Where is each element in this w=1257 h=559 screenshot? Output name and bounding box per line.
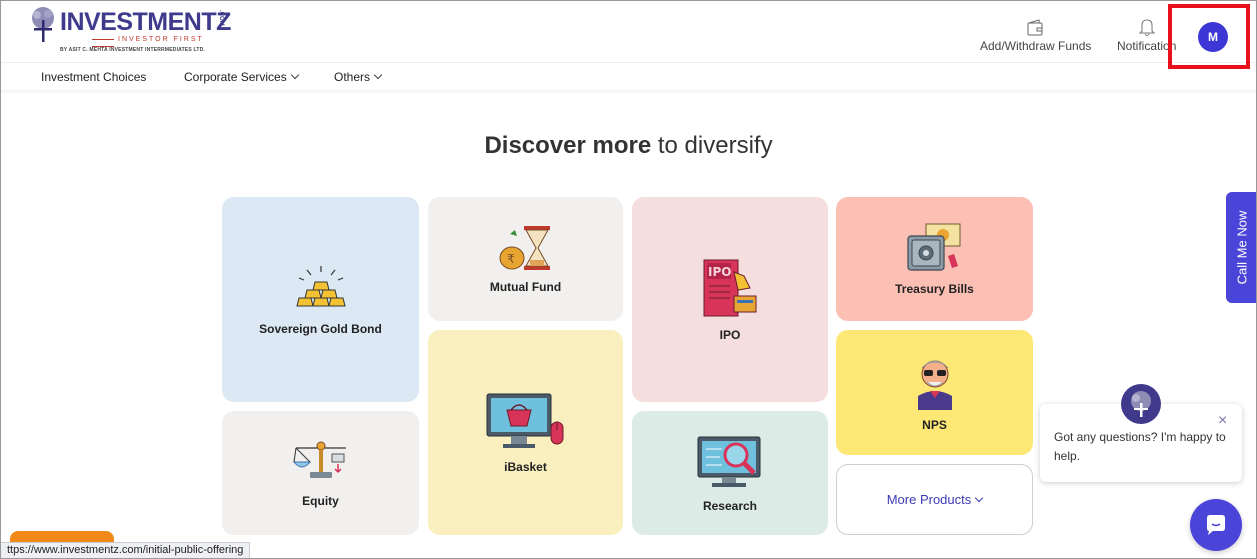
card-nps[interactable]: NPS <box>836 330 1033 455</box>
nav-item-label: Others <box>334 70 371 84</box>
more-products-text: More Products <box>886 492 972 507</box>
magnifier-monitor-icon <box>697 436 761 487</box>
browser-status-url: ttps://www.investmentz.com/initial-publi… <box>0 542 251 559</box>
chat-launcher-button[interactable] <box>1190 499 1242 551</box>
monitor-basket-icon <box>486 393 563 448</box>
chat-message-text: Got any questions? I'm happy to help. <box>1054 430 1226 463</box>
money-hourglass-icon: ₹ <box>499 226 550 270</box>
card-label: Mutual Fund <box>489 280 562 294</box>
title-bold: Discover more <box>484 132 652 159</box>
ipo-document-icon: IPO <box>703 259 757 316</box>
nav-investment-choices[interactable]: Investment Choices <box>41 70 146 84</box>
tree-logo-icon <box>1131 391 1151 417</box>
site-header: INVESTMENTZ .COM INVESTOR FIRST BY ASIT … <box>0 0 1257 69</box>
chat-bot-avatar <box>1121 384 1161 424</box>
main-nav: Investment Choices Corporate Services Ot… <box>0 62 1257 90</box>
card-mutual-fund[interactable]: ₹ Mutual Fund <box>428 197 623 321</box>
chat-icon <box>1207 515 1225 535</box>
svg-text:IPO: IPO <box>708 265 731 279</box>
logo-subtitle: BY ASIT C. MEHTA INVESTMENT INTERRMEDIAT… <box>60 47 206 53</box>
title-rest: to diversify <box>657 132 773 159</box>
investmentz-logo[interactable]: INVESTMENTZ .COM INVESTOR FIRST BY ASIT … <box>28 6 231 56</box>
card-ipo[interactable]: IPO IPO <box>632 197 828 402</box>
chat-close-icon[interactable]: × <box>1218 412 1227 430</box>
safe-vault-icon <box>906 223 960 271</box>
tree-logo-icon <box>32 7 54 42</box>
chevron-down-icon <box>290 70 299 80</box>
card-label: Treasury Bills <box>895 282 974 296</box>
nav-item-label: Corporate Services <box>184 70 287 84</box>
nav-item-label: Investment Choices <box>41 70 147 84</box>
card-label: Sovereign Gold Bond <box>259 321 382 336</box>
wallet-icon[interactable] <box>1026 19 1044 37</box>
chevron-down-icon <box>975 493 984 502</box>
nav-corporate-services[interactable]: Corporate Services <box>184 70 299 84</box>
card-label: Research <box>702 499 758 513</box>
card-label: NPS <box>922 417 947 432</box>
chevron-down-icon <box>373 70 383 80</box>
card-sovereign-gold-bond[interactable]: Sovereign Gold Bond <box>222 197 419 402</box>
card-label: Equity <box>302 494 339 508</box>
card-research[interactable]: Research <box>632 411 828 535</box>
more-products-label: More Products <box>886 492 984 507</box>
card-label: IPO <box>719 327 741 342</box>
card-treasury-bills[interactable]: Treasury Bills <box>836 197 1033 321</box>
logo-wordmark: INVESTMENTZ <box>60 8 231 36</box>
svg-text:₹: ₹ <box>507 252 515 266</box>
add-withdraw-funds-link[interactable]: Add/Withdraw Funds <box>980 39 1091 53</box>
card-label: iBasket <box>504 459 547 474</box>
bell-icon[interactable] <box>1138 17 1156 37</box>
card-ibasket[interactable]: iBasket <box>428 330 623 535</box>
page-title: Discover more to diversify <box>0 132 1257 160</box>
nav-others[interactable]: Others <box>334 70 383 84</box>
more-products-button[interactable]: More Products <box>836 464 1033 535</box>
highlight-box <box>1168 4 1250 69</box>
call-me-now-tab[interactable]: Call Me Now <box>1226 192 1257 303</box>
balance-scale-icon <box>292 441 346 478</box>
gold-bars-icon <box>295 265 346 306</box>
logo-com-suffix: .COM <box>218 10 224 26</box>
elderly-man-icon <box>917 360 952 410</box>
call-me-now-label: Call Me Now <box>1234 210 1249 285</box>
card-equity[interactable]: Equity <box>222 411 419 535</box>
